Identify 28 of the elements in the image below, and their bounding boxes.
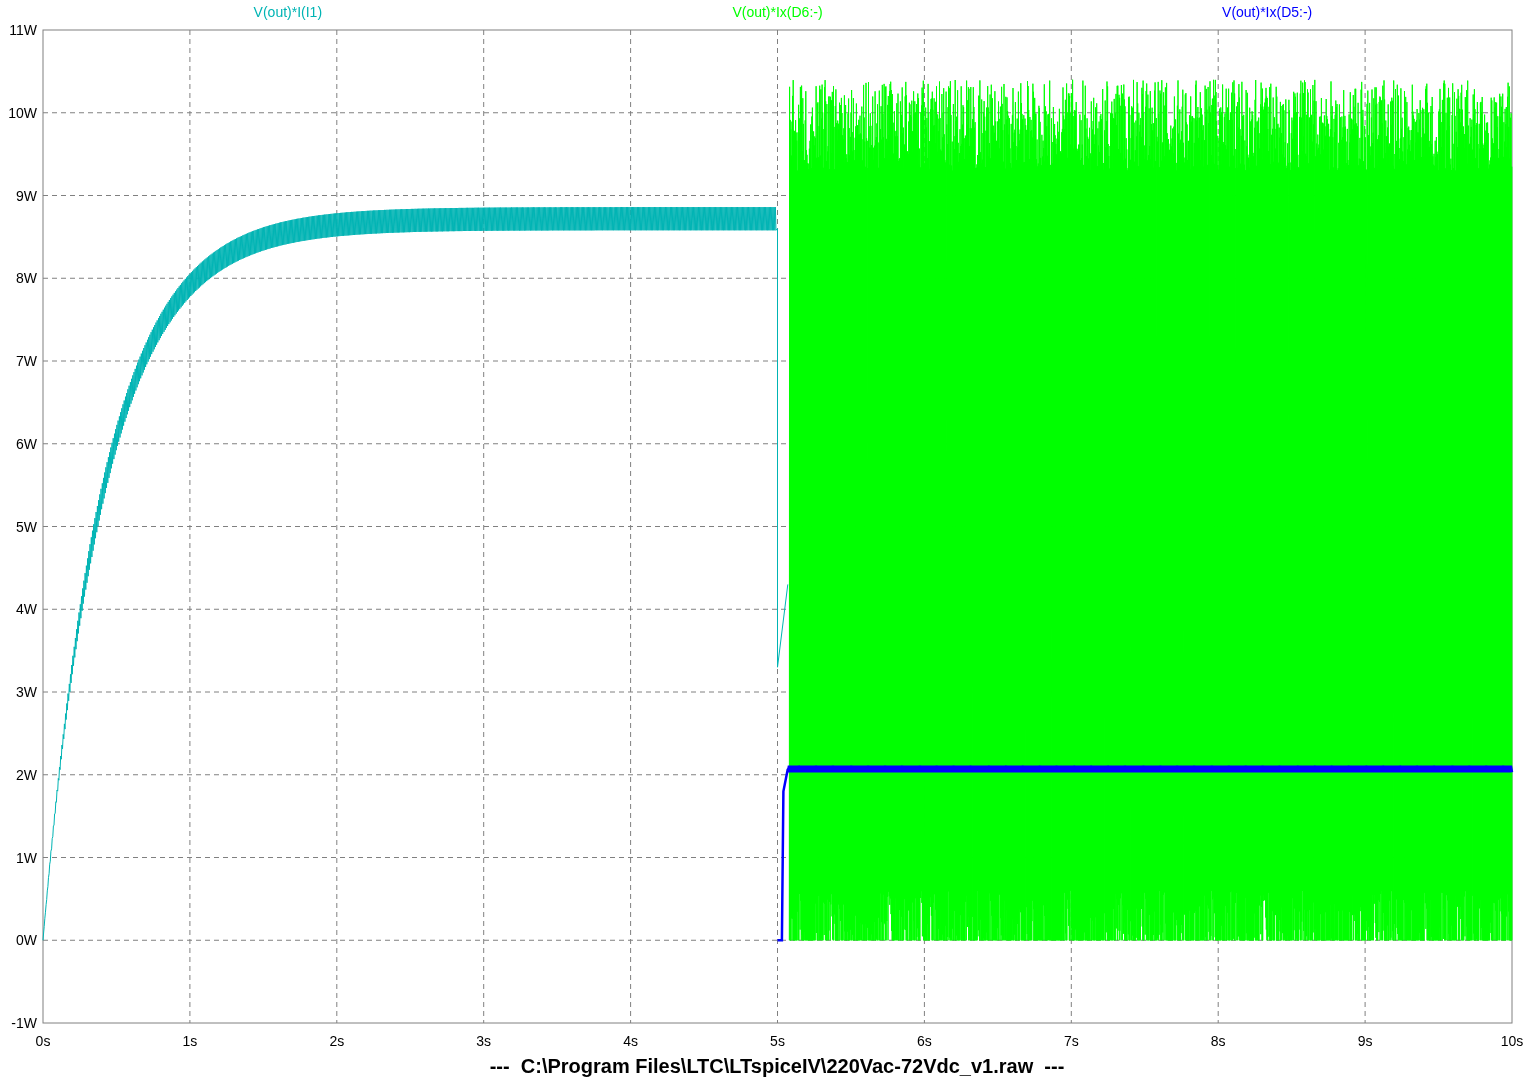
y-axis-label: 6W xyxy=(16,435,37,452)
x-axis-label: 2s xyxy=(329,1033,345,1049)
y-axis-label: 7W xyxy=(16,353,37,369)
y-axis-label: 10W xyxy=(8,104,37,121)
x-axis-label: 8s xyxy=(1210,1033,1226,1049)
y-axis-label: 2W xyxy=(16,766,37,783)
x-axis-label: 0s xyxy=(35,1033,51,1049)
trace-label[interactable]: V(out)*Ix(D6:-) xyxy=(732,4,823,20)
x-axis-label: 10s xyxy=(1500,1033,1524,1049)
x-axis-label: 4s xyxy=(623,1033,638,1049)
trace-label[interactable]: V(out)*I(I1) xyxy=(253,4,323,20)
x-axis-label: 1s xyxy=(182,1033,198,1049)
x-axis-label: 3s xyxy=(476,1033,492,1049)
x-axis-label: 9s xyxy=(1357,1033,1373,1049)
x-axis-label: 7s xyxy=(1063,1033,1079,1049)
file-path-title: --- C:\Program Files\LTC\LTspiceIV\220Vac-72Vdc_v1.raw --- xyxy=(489,1055,1065,1077)
y-axis-label: 0W xyxy=(16,932,37,949)
y-axis-label: 5W xyxy=(16,518,37,535)
y-axis-label: 8W xyxy=(16,270,37,287)
y-axis-label: 11W xyxy=(9,22,37,38)
trace-label[interactable]: V(out)*Ix(D5:-) xyxy=(1222,4,1313,20)
y-axis-label: 1W xyxy=(16,849,37,866)
x-axis-label: 5s xyxy=(770,1033,785,1049)
y-axis-label: 4W xyxy=(16,601,37,618)
x-axis-label: 6s xyxy=(917,1033,932,1049)
y-axis-label: 9W xyxy=(16,187,37,204)
y-axis-label: -1W xyxy=(11,1015,37,1031)
y-axis-label: 3W xyxy=(16,684,37,700)
